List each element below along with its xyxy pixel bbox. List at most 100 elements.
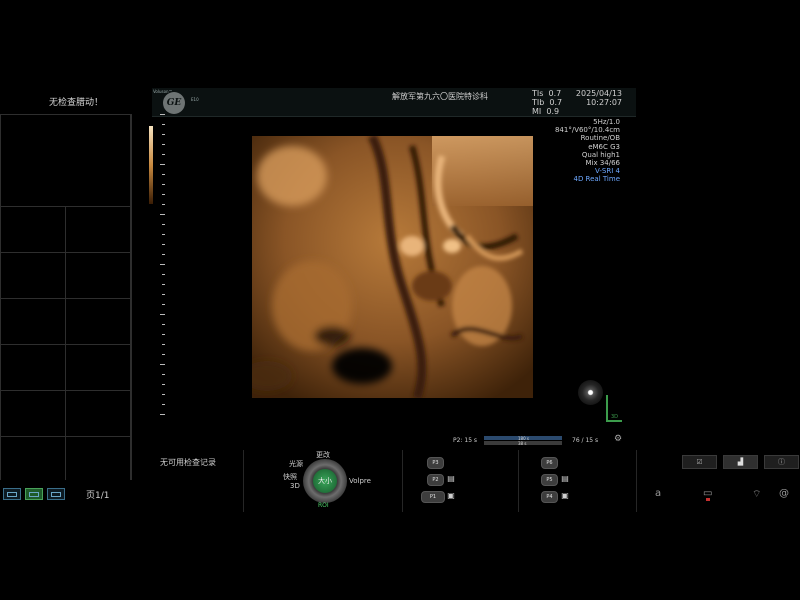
document-icon[interactable]: ▤ (560, 474, 570, 483)
thumbnail-slot[interactable] (66, 299, 130, 344)
divider (402, 450, 403, 512)
preset-p3-button[interactable]: P3 (427, 457, 444, 469)
param-line: V-SRI 4 (595, 167, 620, 176)
scale-tick (162, 384, 165, 385)
scale-tick (160, 214, 165, 215)
brand-model: E10 (191, 97, 199, 102)
thumbnail-slot[interactable] (1, 115, 130, 206)
no-record-text: 无可用检查记录 (160, 458, 216, 467)
scale-tick (162, 174, 165, 175)
scale-tick (162, 254, 165, 255)
param-line: 4D Real Time (573, 175, 620, 184)
preset-p6-button[interactable]: P6 (541, 457, 558, 469)
index-tib: TIb 0.7 (532, 98, 563, 107)
save-disk-icon[interactable]: ▣ (446, 491, 456, 500)
cine-left-label: P2: 15 s (453, 437, 478, 444)
knob-center-button[interactable]: 大小 (313, 469, 337, 493)
orientation-axis (606, 395, 608, 421)
thumbnail-slot[interactable] (66, 437, 130, 482)
chart-icon[interactable]: ▟ (723, 455, 758, 469)
scale-tick (162, 234, 165, 235)
wifi-icon[interactable]: ⌔ (752, 488, 761, 501)
param-line: eM6C G3 (588, 142, 620, 151)
cine-right-value: 76 / 15 s (572, 437, 599, 444)
scale-tick (162, 284, 165, 285)
scale-tick (162, 344, 165, 345)
orientation-label: 3D (611, 414, 619, 420)
ge-logo-icon: GE (163, 92, 185, 114)
scale-tick (162, 394, 165, 395)
scale-tick (162, 194, 165, 195)
scale-tick (162, 124, 165, 125)
knob-label-3d[interactable]: 3D (290, 482, 300, 490)
preset-p4-button[interactable]: P4 (541, 491, 558, 503)
scale-tick (162, 244, 165, 245)
page-indicator: 页1/1 (86, 491, 110, 501)
scale-tick (162, 224, 165, 225)
scale-tick (162, 294, 165, 295)
exam-date: 2025/04/13 (575, 89, 622, 98)
divider (636, 450, 637, 512)
thumbnail-slot[interactable] (66, 345, 130, 390)
info-icon[interactable]: ⓘ (764, 455, 799, 469)
scale-tick (162, 304, 165, 305)
layout-2x1-icon[interactable] (3, 488, 21, 500)
thumbnail-slot[interactable] (1, 437, 65, 482)
index-mi: MI 0.9 (532, 107, 560, 116)
param-line: Routine/OB (580, 134, 620, 143)
knob-label-light[interactable]: 光源 (289, 459, 303, 469)
thumbnail-slot[interactable] (66, 253, 130, 298)
param-line: 841°/V60°/10.4cm (554, 126, 620, 135)
index-tis: TIs 0.7 (532, 89, 562, 98)
thumbnail-slot[interactable] (1, 253, 65, 298)
thumbnail-slot[interactable] (1, 207, 65, 252)
preset-p2-button[interactable]: P2 (427, 474, 444, 486)
preset-p5-button[interactable]: P5 (541, 474, 558, 486)
scale-tick (162, 404, 165, 405)
knob-label-volpre[interactable]: Volpre (349, 477, 371, 485)
orientation-axis (606, 420, 622, 422)
thumbnail-slot[interactable] (1, 345, 65, 390)
preset-p1-button[interactable]: P1 (421, 491, 445, 503)
scale-tick (160, 364, 165, 365)
thumbnail-slot[interactable] (66, 391, 130, 436)
scale-tick (160, 164, 165, 165)
scale-tick (160, 314, 165, 315)
thumbnail-slot[interactable] (1, 299, 65, 344)
settings-gear-icon[interactable]: ⚙ (614, 434, 622, 444)
param-line: Qual high1 (581, 150, 620, 159)
scale-tick (162, 134, 165, 135)
ultrasound-render-svg (252, 136, 533, 398)
printer-icon[interactable]: ▤ (446, 474, 456, 483)
acquisition-params: 5Hz/1.0 841°/V60°/10.4cm Routine/OB eM6C… (555, 118, 620, 184)
divider (243, 450, 244, 512)
scale-tick (162, 204, 165, 205)
thumbnail-grid (0, 114, 132, 482)
thumbnail-slot[interactable] (1, 391, 65, 436)
param-line: Mix 34/66 (585, 159, 620, 168)
scale-tick (162, 184, 165, 185)
scale-tick (162, 274, 165, 275)
text-icon[interactable]: a (655, 488, 661, 499)
scale-tick (162, 144, 165, 145)
roi-label[interactable]: ROI (318, 502, 329, 509)
layout-2x2-icon[interactable] (25, 488, 43, 500)
divider (518, 450, 519, 512)
layout-3x3-icon[interactable] (47, 488, 65, 500)
orientation-ball-icon[interactable] (578, 380, 603, 405)
exam-time: 10:27:07 (586, 98, 622, 107)
exam-status-title: 无检查腊动！ (48, 98, 103, 108)
trackball-indicator (706, 498, 710, 501)
right-tab-bar: ☑ ▟ ⓘ (682, 455, 799, 469)
checklist-icon[interactable]: ☑ (682, 455, 717, 469)
scale-tick (162, 374, 165, 375)
scale-tick (160, 114, 165, 115)
thumbnail-slot[interactable] (66, 207, 130, 252)
at-icon[interactable]: @ (779, 488, 789, 499)
scale-tick (162, 334, 165, 335)
depth-scale (160, 114, 166, 419)
ultrasound-3d-render[interactable] (252, 136, 533, 398)
knob-label-snapshot[interactable]: 快照 (283, 472, 297, 482)
scale-tick (160, 264, 165, 265)
save-disk-icon[interactable]: ▣ (560, 491, 570, 500)
